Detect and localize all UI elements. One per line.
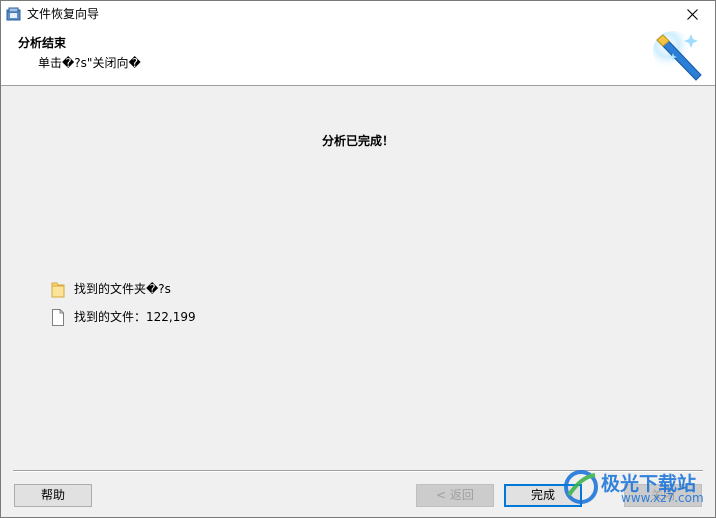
window-title: 文件恢复向导 [27,7,100,21]
analysis-complete-message: 分析已完成！ [321,134,394,148]
files-found-label: 找到的文件：122,199 [74,310,196,324]
header-subtitle: 单击�?s"关闭向� [38,56,141,70]
folders-found-row: 找到的文件夹�?s [51,280,171,298]
folder-icon [51,282,65,297]
wizard-window: 文件恢复向导 分析结束 单击�?s"关闭向� 分析已完成！ 找到的文件夹�?s … [0,0,716,518]
app-icon [6,7,21,21]
close-icon [686,8,698,20]
wizard-header: 分析结束 单击�?s"关闭向� [1,27,715,86]
close-button[interactable]: 关闭 [624,484,702,507]
help-button[interactable]: 帮助 [14,484,92,507]
header-title: 分析结束 [18,36,67,50]
files-found-row: 找到的文件：122,199 [51,308,196,326]
magic-wand-icon [653,31,702,81]
wizard-body: 分析已完成！ 找到的文件夹�?s 找到的文件：122,199 [1,87,715,471]
window-close-button[interactable] [669,1,715,27]
back-button[interactable]: < 返回 [416,484,494,507]
folders-found-label: 找到的文件夹�?s [74,282,171,296]
finish-button[interactable]: 完成 [504,484,582,507]
file-icon [52,308,64,326]
footer-divider [13,470,703,472]
title-bar: 文件恢复向导 [1,1,715,27]
